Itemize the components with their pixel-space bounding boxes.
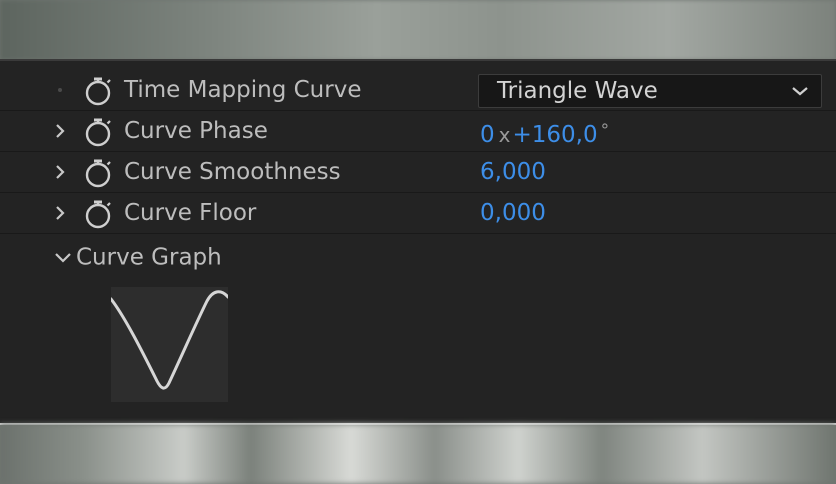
chevron-right-icon[interactable] bbox=[50, 162, 70, 182]
bullet-icon bbox=[58, 88, 62, 92]
chevron-right-icon[interactable] bbox=[50, 203, 70, 223]
property-label: Curve Phase bbox=[124, 118, 268, 144]
stopwatch-icon[interactable] bbox=[84, 199, 112, 229]
curve-floor-value[interactable]: 0,000 bbox=[480, 193, 546, 233]
curve-graph-header[interactable]: Curve Graph bbox=[52, 237, 222, 277]
property-label: Curve Floor bbox=[124, 200, 257, 226]
blurred-background-bottom bbox=[0, 424, 836, 484]
stopwatch-icon[interactable] bbox=[84, 117, 112, 147]
property-row-curve-floor: Curve Floor 0,000 bbox=[0, 193, 836, 234]
phase-degrees[interactable]: +160,0 bbox=[512, 122, 597, 148]
blurred-background-top bbox=[0, 0, 836, 60]
stopwatch-icon[interactable] bbox=[84, 76, 112, 106]
property-label: Curve Smoothness bbox=[124, 159, 341, 185]
effect-controls-panel: Time Mapping Curve Triangle Wave Curve P… bbox=[0, 59, 836, 425]
chevron-down-icon bbox=[792, 87, 808, 96]
phase-separator: x bbox=[498, 123, 511, 147]
property-row-curve-phase: Curve Phase 0 x+160,0 ° bbox=[0, 111, 836, 152]
time-mapping-curve-dropdown[interactable]: Triangle Wave bbox=[478, 74, 822, 108]
curve-phase-value: 0 x+160,0 ° bbox=[480, 111, 609, 151]
property-label: Time Mapping Curve bbox=[124, 77, 362, 103]
stopwatch-icon[interactable] bbox=[84, 158, 112, 188]
dropdown-selected-value: Triangle Wave bbox=[497, 78, 658, 104]
curve-graph-label: Curve Graph bbox=[76, 244, 222, 271]
property-row-curve-smoothness: Curve Smoothness 6,000 bbox=[0, 152, 836, 193]
curve-graph-preview bbox=[109, 287, 230, 402]
degree-symbol: ° bbox=[600, 121, 610, 141]
chevron-right-icon[interactable] bbox=[50, 121, 70, 141]
phase-revolutions[interactable]: 0 bbox=[480, 122, 495, 148]
property-row-time-mapping-curve: Time Mapping Curve Triangle Wave bbox=[0, 70, 836, 111]
triangle-wave-curve bbox=[109, 290, 230, 390]
curve-smoothness-value[interactable]: 6,000 bbox=[480, 152, 546, 192]
chevron-down-icon[interactable] bbox=[52, 251, 74, 265]
